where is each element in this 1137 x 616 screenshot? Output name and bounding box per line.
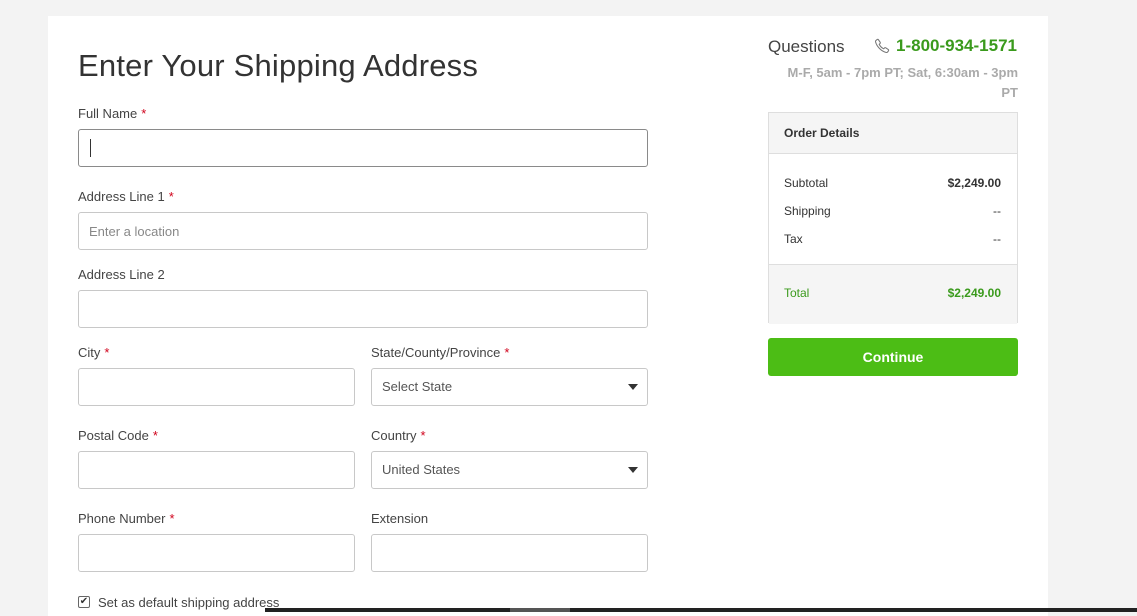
total-section: Total $2,249.00 [769,264,1017,324]
full-name-label: Full Name * [78,106,147,121]
city-input[interactable] [78,368,355,406]
extension-label: Extension [371,511,429,526]
support-hours: M-F, 5am - 7pm PT; Sat, 6:30am - 3pm PT [787,65,1018,100]
tax-value: -- [993,232,1001,246]
total-row: Total $2,249.00 [784,286,1001,300]
phone-number-label: Phone Number * [78,511,175,526]
country-label: Country * [371,428,426,443]
shipping-value: -- [993,204,1001,218]
shipping-label: Shipping [784,204,831,218]
order-details-panel: Order Details Subtotal $2,249.00 Shippin… [768,112,1018,324]
state-select[interactable]: Select State [371,368,648,406]
phone-number-input[interactable] [78,534,355,572]
default-address-label: Set as default shipping address [98,594,280,610]
bottom-scrollbar[interactable] [265,608,1137,612]
phone-icon [874,38,890,54]
extension-input[interactable] [371,534,648,572]
state-selected-value: Select State [382,379,453,394]
city-label: City * [78,345,110,360]
shipping-row: Shipping -- [784,204,1001,218]
subtotal-row: Subtotal $2,249.00 [784,176,1001,190]
state-label: State/County/Province * [371,345,510,360]
country-select[interactable]: United States [371,451,648,489]
country-selected-value: United States [382,462,461,477]
address-line-1-label: Address Line 1 * [78,189,174,204]
caret-down-icon [628,384,638,390]
questions-label: Questions [768,37,845,56]
postal-code-label: Postal Code * [78,428,158,443]
address-line-1-input[interactable] [78,212,648,250]
address-line-2-label: Address Line 2 [78,267,165,282]
tax-row: Tax -- [784,232,1001,246]
tax-label: Tax [784,232,803,246]
default-address-option[interactable]: ✔ Set as default shipping address [78,594,279,610]
caret-down-icon [628,467,638,473]
default-address-checkbox[interactable]: ✔ [78,596,90,608]
scrollbar-thumb[interactable] [510,608,570,612]
text-cursor [90,139,91,157]
subtotal-value: $2,249.00 [947,176,1001,190]
order-details-heading: Order Details [769,113,1017,154]
continue-button[interactable]: Continue [768,338,1018,376]
postal-code-input[interactable] [78,451,355,489]
support-phone-link[interactable]: 1-800-934-1571 [896,36,1017,56]
page-title: Enter Your Shipping Address [78,48,479,83]
full-name-input[interactable] [78,129,648,167]
total-label: Total [784,286,810,300]
total-value: $2,249.00 [947,286,1001,300]
subtotal-label: Subtotal [784,176,829,190]
address-line-2-input[interactable] [78,290,648,328]
